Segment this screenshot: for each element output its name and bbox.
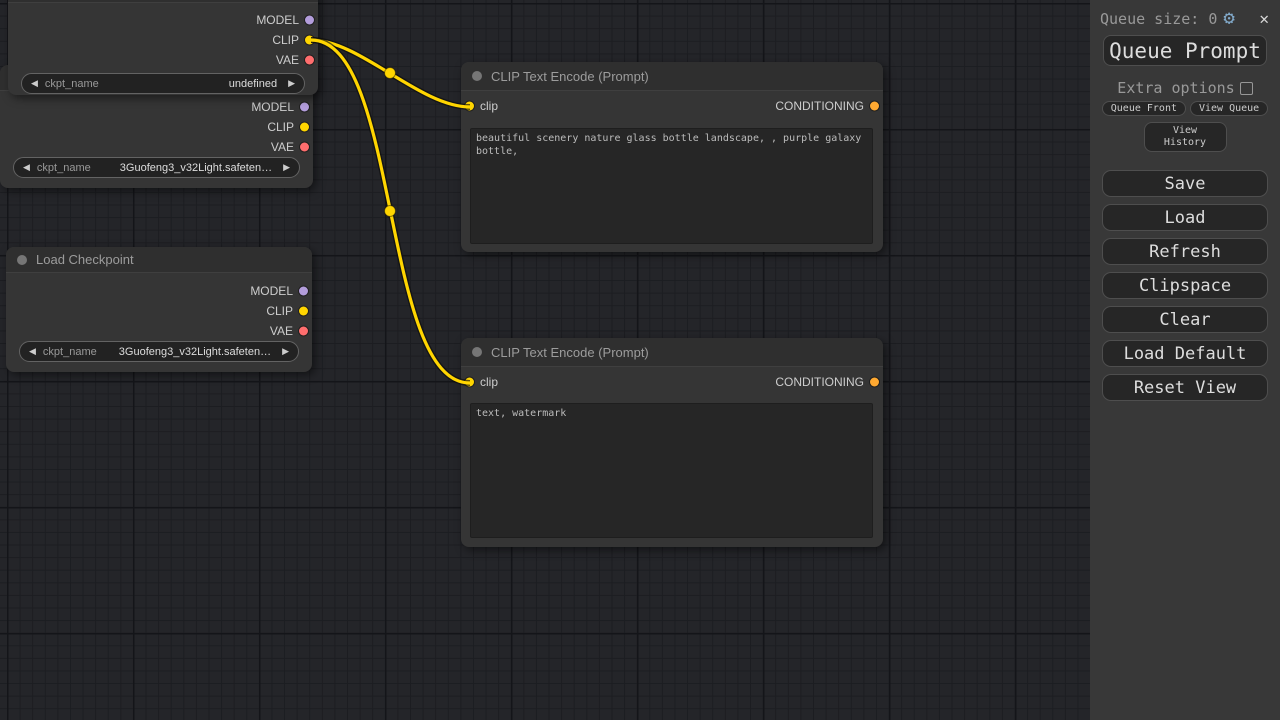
node-title-bar[interactable]: CLIP Text Encode (Prompt) [461, 62, 883, 91]
node-load-checkpoint-bottom[interactable]: Load Checkpoint MODEL CLIP VAE ◀ ckpt_na… [6, 247, 312, 372]
output-slot-model: MODEL [0, 97, 313, 117]
node-graph-canvas[interactable]: Load Checkpoint MODEL CLIP VAE ◀ ckpt_na… [0, 0, 1090, 720]
io-slot-row: clip CONDITIONING [461, 367, 883, 397]
link-midpoint-dot[interactable] [385, 206, 396, 217]
clip-output-dot[interactable] [299, 307, 308, 316]
combo-next-icon[interactable]: ▶ [288, 79, 295, 88]
extra-options-checkbox[interactable] [1240, 82, 1253, 95]
clip-input-dot[interactable] [465, 102, 474, 111]
node-title-bar[interactable]: Load Checkpoint [6, 247, 312, 273]
conditioning-output-dot[interactable] [870, 378, 879, 387]
node-title-bar[interactable]: CLIP Text Encode (Prompt) [461, 338, 883, 367]
view-history-button[interactable]: View History [1144, 122, 1227, 152]
clip-input-dot[interactable] [465, 378, 474, 387]
clear-button[interactable]: Clear [1102, 306, 1268, 333]
reset-view-button[interactable]: Reset View [1102, 374, 1268, 401]
ckpt-name-combo-widget[interactable]: ◀ ckpt_name 3Guofeng3_v32Light.safeten… … [13, 157, 300, 178]
load-button[interactable]: Load [1102, 204, 1268, 231]
output-slot-model: MODEL [6, 281, 312, 301]
negative-prompt-textarea[interactable]: text, watermark [470, 403, 873, 538]
output-slot-vae: VAE [6, 321, 312, 341]
vae-output-dot[interactable] [300, 143, 309, 152]
node-title: CLIP Text Encode (Prompt) [491, 345, 649, 360]
node-clip-text-encode-positive[interactable]: CLIP Text Encode (Prompt) clip CONDITION… [461, 62, 883, 252]
model-output-dot[interactable] [300, 103, 309, 112]
combo-next-icon[interactable]: ▶ [282, 347, 289, 356]
output-slot-clip: CLIP [0, 117, 313, 137]
link-midpoint-dot[interactable] [385, 68, 396, 79]
settings-gear-icon[interactable]: ⚙ [1223, 9, 1234, 28]
ckpt-name-combo-widget[interactable]: ◀ ckpt_name 3Guofeng3_v32Light.safeten… … [19, 341, 299, 362]
output-slot-clip: CLIP [8, 30, 318, 50]
node-status-dot [17, 255, 27, 265]
link-clip-to-positive [311, 40, 470, 107]
queue-front-button[interactable]: Queue Front [1102, 101, 1186, 116]
node-title: CLIP Text Encode (Prompt) [491, 69, 649, 84]
vae-output-dot[interactable] [299, 327, 308, 336]
load-default-button[interactable]: Load Default [1102, 340, 1268, 367]
output-slot-model: MODEL [8, 10, 318, 30]
queue-size-label: Queue size: 0 [1100, 10, 1217, 28]
queue-status-row: Queue size: 0 ⚙ ✕ [1090, 0, 1280, 28]
extra-options-label: Extra options [1117, 79, 1234, 97]
vae-output-dot[interactable] [305, 56, 314, 65]
queue-prompt-button[interactable]: Queue Prompt [1103, 35, 1267, 66]
node-clip-text-encode-negative[interactable]: CLIP Text Encode (Prompt) clip CONDITION… [461, 338, 883, 547]
clip-output-dot[interactable] [305, 36, 314, 45]
positive-prompt-textarea[interactable]: beautiful scenery nature glass bottle la… [470, 128, 873, 244]
comfy-menu-panel: Queue size: 0 ⚙ ✕ Queue Prompt Extra opt… [1090, 0, 1280, 720]
ckpt-name-combo-widget[interactable]: ◀ ckpt_name undefined ▶ [21, 73, 305, 94]
output-slot-vae: VAE [8, 50, 318, 70]
clip-output-dot[interactable] [300, 123, 309, 132]
view-queue-button[interactable]: View Queue [1190, 101, 1268, 116]
model-output-dot[interactable] [305, 16, 314, 25]
combo-prev-icon[interactable]: ◀ [23, 163, 30, 172]
refresh-button[interactable]: Refresh [1102, 238, 1268, 265]
link-clip-to-negative [311, 40, 470, 383]
combo-prev-icon[interactable]: ◀ [29, 347, 36, 356]
combo-prev-icon[interactable]: ◀ [31, 79, 38, 88]
node-load-checkpoint-top[interactable]: MODEL CLIP VAE ◀ ckpt_name undefined ▶ [8, 0, 318, 95]
output-slot-clip: CLIP [6, 301, 312, 321]
node-status-dot [472, 347, 482, 357]
io-slot-row: clip CONDITIONING [461, 91, 883, 121]
output-slot-vae: VAE [0, 137, 313, 157]
extra-options-row: Extra options [1117, 79, 1252, 97]
close-icon[interactable]: ✕ [1257, 9, 1271, 28]
combo-next-icon[interactable]: ▶ [283, 163, 290, 172]
conditioning-output-dot[interactable] [870, 102, 879, 111]
queue-actions-row: Queue Front View Queue [1102, 101, 1268, 116]
node-status-dot [472, 71, 482, 81]
save-button[interactable]: Save [1102, 170, 1268, 197]
node-title: Load Checkpoint [36, 252, 134, 267]
model-output-dot[interactable] [299, 287, 308, 296]
clipspace-button[interactable]: Clipspace [1102, 272, 1268, 299]
